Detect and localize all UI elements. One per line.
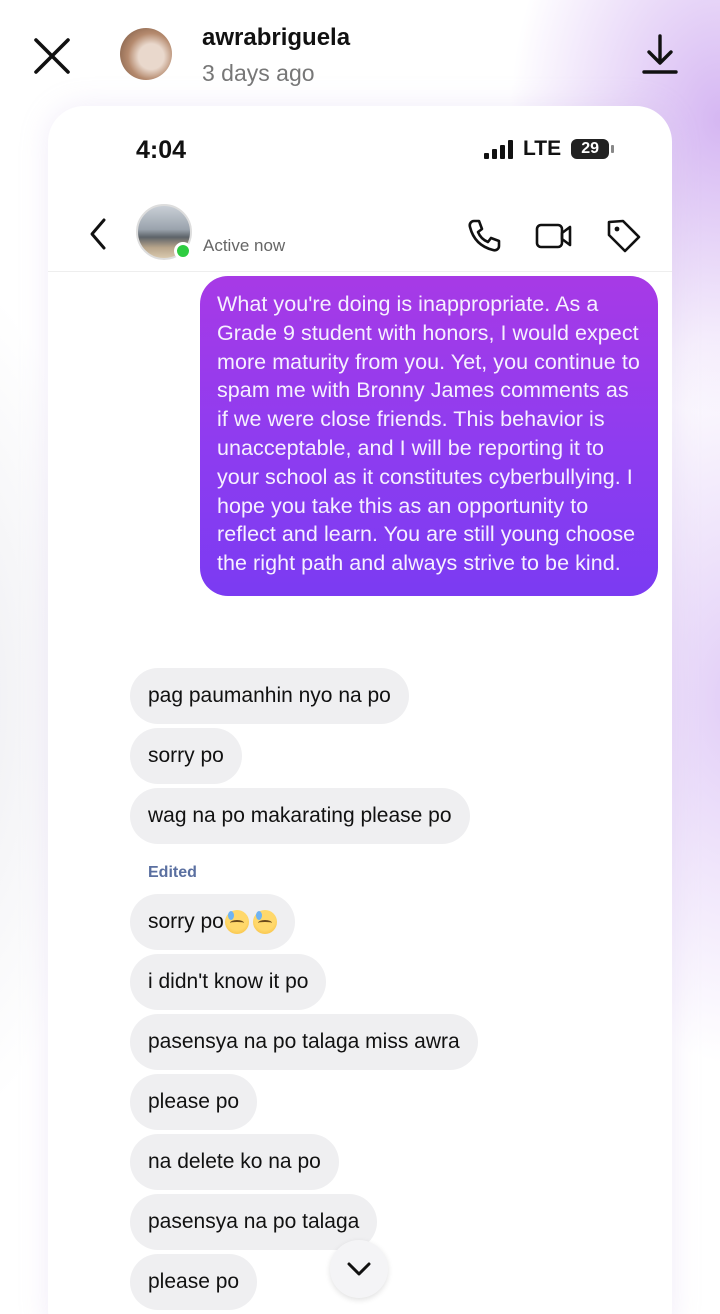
status-indicators: LTE 29 [484, 136, 615, 162]
sent-message-bubble[interactable]: What you're doing is inappropriate. As a… [200, 276, 658, 596]
video-call-button[interactable] [534, 216, 574, 256]
received-message[interactable]: na delete ko na po [130, 1134, 339, 1190]
close-button[interactable] [30, 34, 74, 78]
story-time: 3 days ago [202, 60, 315, 86]
tag-icon [607, 219, 641, 253]
video-camera-icon [535, 223, 572, 249]
phone-icon [468, 219, 501, 252]
received-message[interactable]: pasensya na po talaga [130, 1194, 378, 1250]
received-message[interactable]: pag paumanhin nyo na po [130, 668, 409, 724]
chat-header: Active now [48, 196, 672, 272]
network-type: LTE [523, 137, 562, 160]
online-indicator [174, 242, 192, 260]
signal-icon [484, 139, 513, 159]
received-message[interactable]: please po [130, 1254, 258, 1310]
received-message-edited[interactable]: sorry po [130, 894, 295, 950]
received-message[interactable]: pasensya na po talaga miss awra [130, 1014, 478, 1070]
received-message[interactable]: i didn't know it po [130, 954, 327, 1010]
story-username[interactable]: awrabriguela [202, 24, 350, 52]
received-message[interactable]: please po [130, 1074, 258, 1130]
edited-label: Edited [148, 864, 197, 881]
received-message[interactable]: sorry po [130, 728, 242, 784]
status-time: 4:04 [136, 136, 187, 164]
presence-status: Active now [203, 236, 286, 255]
scroll-to-bottom-button[interactable] [330, 1240, 388, 1298]
tag-button[interactable] [604, 216, 644, 256]
chevron-down-icon [347, 1262, 371, 1276]
close-icon [34, 38, 70, 74]
download-button[interactable] [640, 32, 680, 76]
received-message[interactable]: wag na po makarating please po [130, 788, 470, 844]
chevron-left-icon [90, 218, 106, 250]
downcast-face-with-sweat-emoji [252, 910, 277, 934]
story-header: awrabriguela 3 days ago [0, 0, 720, 100]
download-icon [642, 34, 678, 74]
battery-level: 29 [581, 140, 599, 157]
dm-screenshot: 4:04 LTE 29 Active now What you're doing… [48, 106, 672, 1314]
back-button[interactable] [84, 216, 112, 252]
battery-icon: 29 [571, 139, 615, 159]
story-avatar[interactable] [120, 28, 172, 80]
edited-message-text: sorry po [148, 910, 224, 933]
call-button[interactable] [464, 216, 504, 256]
downcast-face-with-sweat-emoji [224, 910, 249, 934]
